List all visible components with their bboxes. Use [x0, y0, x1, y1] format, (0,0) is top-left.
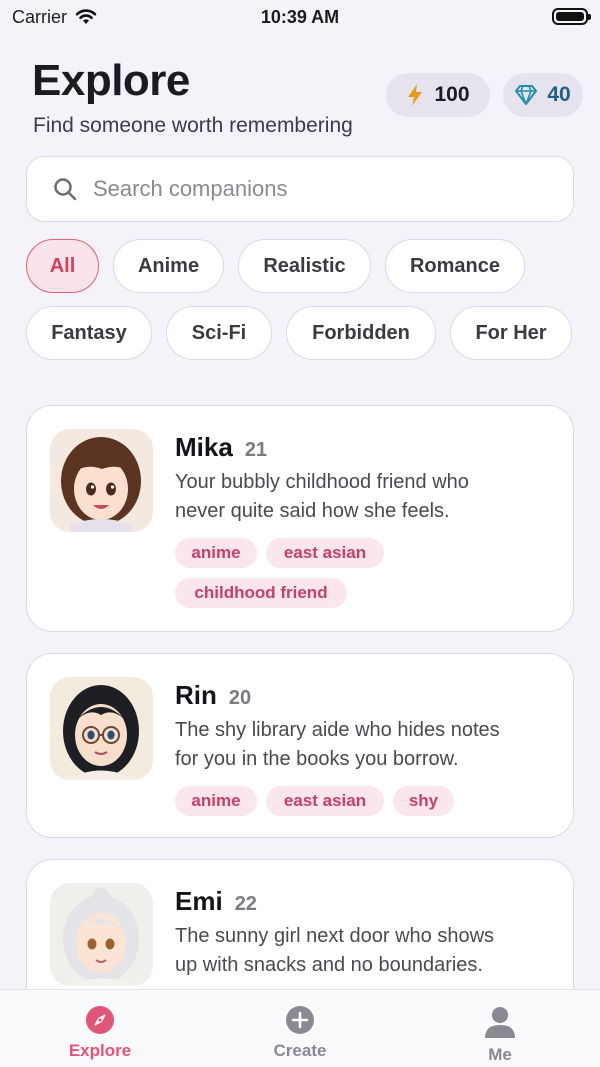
filter-chip-all[interactable]: All — [26, 239, 99, 293]
filter-chip-anime[interactable]: Anime — [113, 239, 224, 293]
search-input[interactable]: Search companions — [26, 156, 574, 222]
tab-explore[interactable]: Explore — [0, 990, 200, 1067]
gems-balance-button[interactable]: 40 — [503, 73, 583, 117]
filter-chip-for-her[interactable]: For Her — [450, 306, 572, 360]
description-line: up with snacks and no boundaries. — [175, 954, 483, 976]
description-line: never quite said how she feels. — [175, 500, 450, 522]
search-placeholder: Search companions — [93, 176, 288, 201]
tab-label: Create — [273, 1041, 327, 1060]
energy-value: 100 — [434, 83, 470, 106]
page-title: Explore — [32, 56, 190, 105]
filter-chip-forbidden[interactable]: Forbidden — [286, 306, 436, 360]
companion-age: 22 — [234, 893, 257, 915]
status-bar: Carrier 10:39 AM — [0, 0, 600, 34]
compass-icon — [86, 1006, 114, 1034]
companion-tag: east asian — [266, 538, 384, 568]
status-time: 10:39 AM — [260, 6, 340, 27]
companion-avatar — [50, 677, 153, 780]
companion-age: 20 — [228, 687, 252, 709]
companion-description: Your bubbly childhood friend who never q… — [175, 468, 555, 526]
tab-me[interactable]: Me — [400, 990, 600, 1067]
description-line: for you in the books you borrow. — [175, 748, 459, 770]
companion-description: The sunny girl next door who shows up wi… — [175, 922, 555, 980]
filter-chip-romance[interactable]: Romance — [385, 239, 525, 293]
energy-balance-button[interactable]: 100 — [386, 73, 490, 117]
battery-icon — [552, 8, 591, 25]
companion-age: 21 — [244, 439, 268, 461]
companion-tag: childhood friend — [175, 578, 347, 608]
filter-chip-scifi[interactable]: Sci-Fi — [166, 306, 272, 360]
companion-tag: shy — [393, 786, 454, 816]
filter-chip-fantasy[interactable]: Fantasy — [26, 306, 152, 360]
search-icon — [54, 178, 77, 201]
tab-bar: Explore Create Me — [0, 989, 600, 1067]
description-line: Your bubbly childhood friend who — [175, 471, 469, 493]
tab-label: Me — [488, 1045, 512, 1064]
companion-tag: anime — [175, 786, 257, 816]
filter-chip-realistic[interactable]: Realistic — [238, 239, 371, 293]
plus-circle-icon — [286, 1006, 314, 1034]
companion-header: Mika 21 — [175, 432, 267, 463]
companion-tag: anime — [175, 538, 257, 568]
tab-label: Explore — [68, 1041, 132, 1060]
companion-name: Mika — [175, 432, 233, 462]
lightning-icon — [408, 84, 423, 106]
companion-name: Rin — [175, 680, 217, 710]
person-icon — [485, 1007, 515, 1038]
companion-header: Rin 20 — [175, 680, 251, 711]
companion-card-rin[interactable]: Rin 20 The shy library aide who hides no… — [26, 653, 574, 838]
page-subtitle: Find someone worth remembering — [33, 114, 353, 137]
gem-icon — [515, 85, 538, 105]
companion-header: Emi 22 — [175, 886, 257, 917]
gems-value: 40 — [547, 83, 571, 106]
companion-avatar — [50, 883, 153, 986]
companion-description: The shy library aide who hides notes for… — [175, 716, 555, 774]
tab-create[interactable]: Create — [200, 990, 400, 1067]
companion-tag: east asian — [266, 786, 384, 816]
description-line: The shy library aide who hides notes — [175, 719, 500, 741]
companion-card-mika[interactable]: Mika 21 Your bubbly childhood friend who… — [26, 405, 574, 632]
companion-avatar — [50, 429, 153, 532]
description-line: The sunny girl next door who shows — [175, 925, 495, 947]
companion-name: Emi — [175, 886, 223, 916]
